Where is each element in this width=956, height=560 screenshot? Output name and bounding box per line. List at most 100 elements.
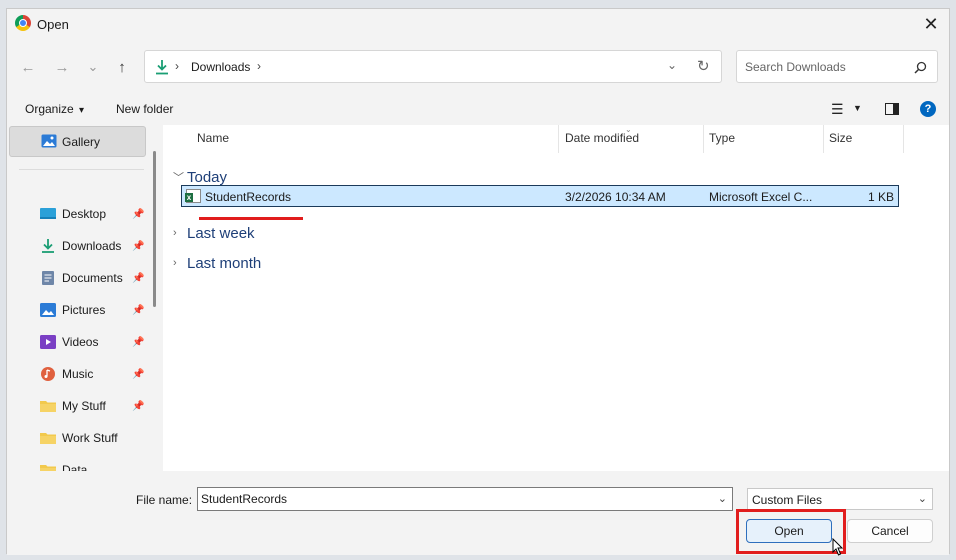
- file-list: Name ⌄ Date modified Type Size ﹀ Today S…: [163, 125, 949, 471]
- sidebar-item-my-stuff[interactable]: My Stuff 📌: [7, 393, 147, 419]
- pictures-icon: [40, 303, 56, 317]
- column-divider[interactable]: [823, 125, 824, 153]
- file-name-field[interactable]: [201, 492, 701, 506]
- table-row[interactable]: StudentRecords 3/2/2026 10:34 AM Microso…: [181, 185, 899, 207]
- back-button[interactable]: ←: [17, 57, 39, 77]
- new-folder-button[interactable]: New folder: [116, 102, 173, 116]
- sidebar-item-label: My Stuff: [62, 399, 106, 413]
- sidebar-item-documents[interactable]: Documents 📌: [7, 265, 147, 291]
- organize-button[interactable]: Organize ▾: [25, 102, 84, 116]
- videos-icon: [40, 335, 56, 349]
- chevron-down-icon: ﹀: [173, 172, 184, 184]
- up-button[interactable]: ↑: [111, 57, 133, 77]
- pin-icon: 📌: [132, 240, 145, 252]
- file-type-select[interactable]: Custom Files ⌄: [747, 488, 933, 510]
- preview-pane-icon[interactable]: [885, 103, 899, 115]
- file-name: StudentRecords: [205, 190, 292, 204]
- chevron-right-icon[interactable]: ›: [257, 59, 261, 73]
- sidebar-item-desktop[interactable]: Desktop 📌: [7, 201, 147, 227]
- sidebar-item-videos[interactable]: Videos 📌: [7, 329, 147, 355]
- file-type: Microsoft Excel C...: [709, 190, 813, 204]
- chevron-right-icon: ›: [173, 257, 177, 269]
- file-date: 3/2/2026 10:34 AM: [565, 190, 666, 204]
- file-size: 1 KB: [867, 190, 894, 204]
- gallery-icon: [41, 134, 57, 148]
- download-icon: [42, 239, 54, 253]
- column-divider[interactable]: [903, 125, 904, 153]
- refresh-icon[interactable]: ↻: [697, 57, 710, 75]
- address-bar[interactable]: › Downloads › ⌄ ↻: [144, 50, 722, 83]
- search-input[interactable]: [745, 60, 905, 74]
- sidebar-item-label: Data: [62, 463, 88, 471]
- forward-button[interactable]: →: [51, 57, 73, 77]
- organize-label: Organize: [25, 102, 74, 116]
- folder-icon: [40, 465, 56, 471]
- search-box[interactable]: [736, 50, 938, 83]
- sidebar-item-gallery[interactable]: Gallery: [9, 126, 146, 157]
- close-button[interactable]: ✕: [913, 9, 949, 39]
- pin-icon: 📌: [132, 208, 145, 220]
- chevron-down-icon: ▾: [79, 105, 85, 116]
- sidebar-item-label: Gallery: [62, 135, 101, 149]
- sidebar-scrollbar[interactable]: [153, 151, 156, 307]
- navigation-bar: ← → ⌄ ↑ › Downloads › ⌄ ↻: [7, 45, 949, 89]
- folder-icon: [40, 433, 56, 444]
- search-icon: [914, 61, 927, 74]
- dialog-footer: File name: ⌄ Custom Files ⌄ Open Cancel: [7, 471, 949, 556]
- sidebar-item-label: Videos: [62, 335, 99, 349]
- command-bar: Organize ▾ New folder ☰ ▼ ?: [7, 95, 949, 125]
- column-header-date-modified[interactable]: Date modified: [565, 131, 639, 153]
- chevron-right-icon: ›: [175, 59, 179, 73]
- sidebar-item-data[interactable]: Data: [7, 457, 147, 471]
- sidebar-item-label: Music: [62, 367, 94, 381]
- group-last-month[interactable]: › Last month: [173, 253, 261, 273]
- open-file-dialog: Open ✕ ← → ⌄ ↑ › Downloads › ⌄ ↻ Search …: [6, 8, 950, 556]
- desktop-icon: [40, 208, 56, 219]
- sidebar-item-label: Pictures: [62, 303, 106, 317]
- folder-icon: [40, 401, 56, 412]
- chevron-down-icon: ⌄: [917, 493, 927, 505]
- column-header-type[interactable]: Type: [709, 131, 735, 153]
- chevron-down-icon[interactable]: ⌄: [718, 492, 727, 505]
- breadcrumb[interactable]: Downloads: [191, 60, 250, 74]
- help-icon[interactable]: ?: [920, 101, 936, 117]
- annotation-highlight-box: [736, 509, 846, 554]
- navigation-pane: Gallery Desktop 📌 Downloads 📌 Documents …: [7, 125, 159, 471]
- file-name-combobox[interactable]: ⌄: [197, 487, 733, 511]
- group-label: Last month: [187, 254, 262, 272]
- column-header-name[interactable]: Name: [197, 131, 229, 153]
- download-icon: [156, 60, 168, 75]
- chevron-right-icon: ›: [173, 227, 177, 239]
- chevron-down-icon[interactable]: ▼: [853, 103, 862, 113]
- sidebar-item-label: Desktop: [62, 207, 107, 221]
- column-divider[interactable]: [558, 125, 559, 153]
- file-type-value: Custom Files: [752, 493, 823, 507]
- dialog-title: Open: [37, 17, 69, 32]
- title-bar: Open ✕: [7, 9, 949, 39]
- pin-icon: 📌: [132, 400, 145, 412]
- pin-icon: 📌: [132, 304, 145, 316]
- pin-icon: 📌: [132, 368, 145, 380]
- group-last-week[interactable]: › Last week: [173, 223, 255, 243]
- view-options-icon[interactable]: ☰: [831, 101, 844, 118]
- file-name-label: File name:: [136, 493, 193, 507]
- group-label: Last week: [187, 224, 255, 242]
- sidebar-item-pictures[interactable]: Pictures 📌: [7, 297, 147, 323]
- column-divider[interactable]: [703, 125, 704, 153]
- group-label: Today: [187, 168, 228, 186]
- chevron-down-icon[interactable]: ⌄: [667, 58, 677, 72]
- column-header-size[interactable]: Size: [829, 131, 852, 153]
- sidebar-item-music[interactable]: Music 📌: [7, 361, 147, 387]
- sidebar-item-downloads[interactable]: Downloads 📌: [7, 233, 147, 259]
- music-icon: [41, 367, 55, 381]
- excel-file-icon: [185, 189, 201, 203]
- chrome-icon: [15, 15, 31, 31]
- group-today[interactable]: ﹀ Today: [173, 167, 227, 187]
- sidebar-item-work-stuff[interactable]: Work Stuff: [7, 425, 147, 451]
- annotation-underline: [199, 217, 303, 220]
- recent-locations-button[interactable]: ⌄: [82, 57, 104, 77]
- cancel-button[interactable]: Cancel: [847, 519, 933, 543]
- sidebar-item-label: Work Stuff: [62, 431, 118, 445]
- documents-icon: [42, 271, 54, 285]
- mouse-cursor-icon: [832, 538, 844, 556]
